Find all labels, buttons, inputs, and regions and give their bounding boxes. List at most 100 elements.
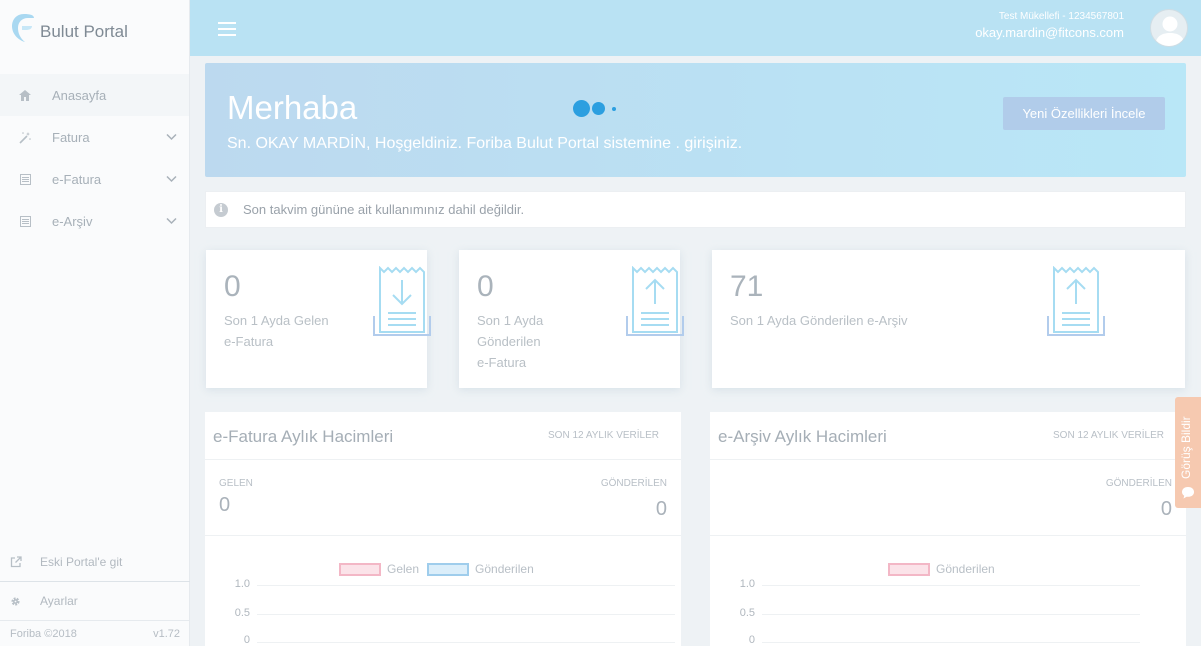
sidebar-item-earsiv[interactable]: e-Arşiv (0, 200, 189, 242)
list-icon (18, 214, 32, 228)
stat-value: 0 (224, 270, 241, 303)
gridline (762, 585, 1140, 586)
stat-label: Son 1 Ayda Gönderilen e-Arşiv (730, 313, 908, 328)
stat-label: Son 1 Ayda Gönderilen e-Fatura (477, 313, 544, 370)
receipt-download-icon (372, 265, 432, 343)
y-tick-label: 0 (748, 634, 755, 646)
alert-text: Son takvim gününe ait kullanımınız dahil… (243, 202, 525, 217)
stat-value: 0 (477, 270, 494, 303)
panel-counts: GELEN 0 GÖNDERİLEN 0 (205, 460, 681, 536)
outgoing-label: GÖNDERİLEN (600, 478, 667, 489)
sidebar-item-label: Fatura (52, 129, 90, 145)
avatar[interactable] (1150, 9, 1188, 47)
stat-card-incoming-efatura[interactable]: 0 Son 1 Ayda Gelen e-Fatura (206, 250, 431, 388)
bulut-logo-icon (10, 8, 38, 48)
topbar: Test Mükellefi - 1234567801 okay.mardin@… (190, 0, 1201, 56)
brand-name: Bulut Portal (40, 22, 128, 41)
earsiv-chart: Gönderilen 1.0 0.5 0 (710, 536, 1186, 646)
panel-period-tag: SON 12 AYLIK VERİLER (548, 430, 659, 441)
efatura-volume-panel: e-Fatura Aylık Hacimleri SON 12 AYLIK VE… (205, 412, 681, 646)
stat-label: Son 1 Ayda Gelen e-Fatura (224, 313, 329, 349)
sidebar-item-fatura[interactable]: Fatura (0, 116, 189, 158)
chart-legend: Gelen Gönderilen (339, 562, 542, 576)
legend-swatch (339, 562, 381, 576)
stat-card-outgoing-earsiv[interactable]: 71 Son 1 Ayda Gönderilen e-Arşiv (712, 250, 1185, 388)
gridline (257, 585, 675, 586)
chat-bubble-icon (1181, 486, 1195, 504)
incoming-label: GELEN (219, 478, 253, 489)
brand[interactable]: Bulut Portal (0, 0, 189, 56)
external-link-icon (10, 556, 24, 568)
gridline (257, 642, 675, 643)
sidebar-footer: Foriba ©2018 v1.72 (0, 620, 190, 646)
legend-item-gonderilen[interactable]: Gönderilen (427, 562, 534, 576)
gridline (762, 614, 1140, 615)
welcome-title: Merhaba (227, 89, 358, 126)
welcome-banner: Merhaba Sn. OKAY MARDİN, Hoşgeldiniz. Fo… (205, 63, 1186, 177)
list-icon (18, 172, 32, 186)
gear-icon (10, 596, 24, 607)
legend-swatch (888, 562, 930, 576)
old-portal-label: Eski Portal'e git (40, 555, 123, 569)
outgoing-label: GÖNDERİLEN (1105, 478, 1172, 489)
gridline (257, 614, 675, 615)
panel-header: e-Arşiv Aylık Hacimleri SON 12 AYLIK VER… (710, 412, 1186, 460)
user-info[interactable]: Test Mükellefi - 1234567801 okay.mardin@… (975, 11, 1124, 40)
info-icon: i (214, 202, 228, 217)
chart-legend: Gönderilen (888, 562, 1003, 576)
sidebar-item-efatura[interactable]: e-Fatura (0, 158, 189, 200)
sidebar-item-label: e-Fatura (52, 171, 102, 187)
outgoing-value: 0 (655, 498, 667, 520)
y-tick-label: 1.0 (739, 578, 755, 590)
earsiv-volume-panel: e-Arşiv Aylık Hacimleri SON 12 AYLIK VER… (710, 412, 1186, 646)
home-icon (18, 88, 32, 102)
panel-title: e-Fatura Aylık Hacimleri (213, 427, 394, 446)
chevron-down-icon (166, 213, 177, 228)
sidebar-bottom: Eski Portal'e git Ayarlar Foriba ©2018 v… (0, 543, 190, 646)
loading-indicator (573, 100, 618, 117)
y-tick-label: 0.5 (739, 607, 755, 619)
legend-swatch (427, 562, 470, 576)
receipt-upload-icon (1046, 265, 1106, 343)
legend-label: Gelen (387, 562, 420, 576)
chevron-down-icon (166, 129, 177, 144)
legend-label: Gönderilen (475, 562, 534, 576)
sidebar: Bulut Portal Anasayfa Fatura e-Fatura e-… (0, 0, 190, 646)
receipt-upload-icon (625, 265, 685, 343)
copyright: Foriba ©2018 (10, 627, 77, 640)
sidebar-item-label: Anasayfa (52, 87, 107, 103)
feedback-label: Görüş Bildir (1179, 416, 1193, 479)
outgoing-value: 0 (1160, 498, 1172, 520)
user-email: okay.mardin@fitcons.com (975, 25, 1124, 40)
legend-item-gonderilen[interactable]: Gönderilen (888, 562, 995, 576)
new-features-button[interactable]: Yeni Özellikleri İncele (1003, 97, 1165, 130)
legend-label: Gönderilen (936, 562, 995, 576)
y-tick-label: 0 (243, 634, 250, 646)
stat-value: 71 (730, 270, 764, 303)
settings-label: Ayarlar (40, 594, 78, 608)
user-company: Test Mükellefi - 1234567801 (998, 11, 1124, 22)
hamburger-menu-icon[interactable] (218, 22, 236, 36)
y-tick-label: 0.5 (234, 607, 250, 619)
user-name: Sn. OKAY MARDİN, (227, 135, 371, 152)
sidebar-item-anasayfa[interactable]: Anasayfa (0, 74, 189, 116)
incoming-value: 0 (219, 494, 231, 516)
magic-wand-icon (18, 130, 32, 144)
sidebar-item-label: e-Arşiv (52, 213, 93, 229)
gridline (762, 642, 1140, 643)
panel-period-tag: SON 12 AYLIK VERİLER (1053, 430, 1164, 441)
legend-item-gelen[interactable]: Gelen (339, 562, 419, 576)
stat-card-outgoing-efatura[interactable]: 0 Son 1 Ayda Gönderilen e-Fatura (459, 250, 684, 388)
feedback-tab[interactable]: Görüş Bildir (1175, 397, 1201, 508)
sidebar-nav: Anasayfa Fatura e-Fatura e-Arşiv (0, 74, 189, 242)
panel-header: e-Fatura Aylık Hacimleri SON 12 AYLIK VE… (205, 412, 681, 460)
y-tick-label: 1.0 (234, 578, 250, 590)
panel-title: e-Arşiv Aylık Hacimleri (718, 427, 887, 446)
user-icon (1155, 16, 1185, 46)
efatura-chart: Gelen Gönderilen 1.0 0.5 0 (205, 536, 681, 646)
version: v1.72 (153, 627, 180, 640)
info-alert: i Son takvim gününe ait kullanımınız dah… (205, 191, 1186, 228)
settings-link[interactable]: Ayarlar (0, 582, 190, 620)
welcome-message: Sn. OKAY MARDİN, Hoşgeldiniz. Foriba Bul… (227, 135, 742, 153)
old-portal-link[interactable]: Eski Portal'e git (0, 543, 190, 581)
